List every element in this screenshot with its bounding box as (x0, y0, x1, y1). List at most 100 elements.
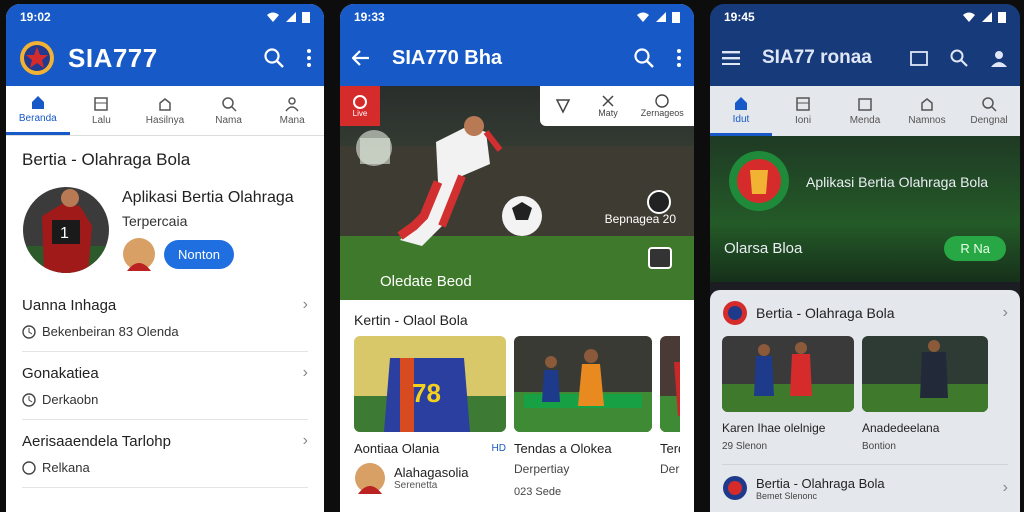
tab-maty[interactable]: Maty (585, 86, 630, 126)
signal-icon (656, 12, 666, 22)
group-sub: Bemet Slenonc (756, 490, 818, 501)
featured-app[interactable]: 1 Aplikasi Bertia Olahraga Terpercaia No… (22, 186, 308, 274)
video-card[interactable]: Tendas a Olokea Derpertiay 023 Sede (514, 336, 652, 498)
video-card[interactable]: Terd Derpe (660, 336, 680, 476)
house-icon (159, 97, 171, 111)
tab-dengnal[interactable]: Dengnal (958, 86, 1020, 136)
content-area: Kertin - Olaol Bola 78 Aontiaa Olania HD (340, 300, 694, 498)
watch-button[interactable]: Nonton (164, 239, 234, 269)
search-icon[interactable] (634, 48, 654, 68)
group-title: Bertia - Olahraga Bola (756, 475, 885, 491)
clock-icon (22, 392, 36, 407)
x-icon (602, 95, 614, 107)
group-header[interactable]: Bertia - Olahraga Bola Bemet Slenonc › (722, 464, 1008, 501)
profile-icon[interactable] (990, 49, 1008, 67)
home-icon (735, 96, 747, 110)
status-time: 19:02 (20, 10, 51, 24)
tab-bar: Idut Ioni Menda Namnos Dengnal (710, 86, 1020, 136)
video-thumbnail (862, 336, 988, 412)
video-title: Karen Ihae olelnige (722, 421, 826, 435)
promo-banner[interactable]: Aplikasi Bertia Olahraga Bola Olarsa Blo… (710, 136, 1020, 282)
video-card[interactable]: Anadedeelana Bontion (862, 336, 988, 452)
status-time: 19:45 (724, 10, 755, 24)
status-bar: 19:02 (6, 4, 324, 30)
video-card[interactable]: Karen Ihae olelnige 29 Slenon (722, 336, 854, 452)
tab-nama[interactable]: Nama (197, 86, 261, 135)
more-vert-icon[interactable] (676, 48, 682, 68)
video-card[interactable]: 78 Aontiaa Olania HD Alahagasolia Serene… (354, 336, 506, 494)
menu-icon[interactable] (722, 51, 740, 65)
app-name: Aplikasi Bertia Olahraga (122, 189, 294, 206)
video-thumbnail: 78 (354, 336, 506, 432)
tab-hasil[interactable]: Hasilnya (133, 86, 197, 135)
banner-button[interactable]: R Na (944, 236, 1006, 261)
avatar (355, 463, 385, 494)
wifi-icon (963, 12, 975, 22)
status-icons (962, 11, 1006, 23)
phone-light-home: 19:02 SIA777 Beranda Lalu Hasilnya Nama … (6, 4, 324, 512)
tab-label: Dengnal (970, 115, 1008, 126)
tab-mana[interactable]: Mana (260, 86, 324, 135)
video-title: Tendas a Olokea (514, 441, 612, 456)
club-badge-icon (723, 301, 747, 325)
signal-icon (286, 12, 296, 22)
hero-player[interactable]: Live Maty Zernageos Bepnagea 20 Oledate … (340, 86, 694, 300)
tab-namnos[interactable]: Namnos (896, 86, 958, 136)
list-item[interactable]: Uanna Inhaga › Bekenbeiran 83 Olenda (22, 288, 308, 352)
tab-lalu[interactable]: Lalu (70, 86, 134, 135)
home-icon (31, 96, 44, 109)
app-bar: SIA770 Bha (340, 30, 694, 86)
chevron-right-icon: › (302, 364, 308, 381)
svg-text:1: 1 (60, 225, 69, 242)
list-item-title: Aerisaaendela Tarlohp (22, 432, 171, 450)
club-badge-icon (729, 151, 789, 211)
app-title: SIA77 ronaa (762, 47, 872, 68)
section-title: Bertia - Olahraga Bola (22, 150, 191, 169)
search-icon[interactable] (950, 49, 968, 67)
tab-label: Beranda (18, 113, 57, 124)
status-bar: 19:45 (710, 4, 1020, 30)
list-item-sub: Derkaobn (42, 392, 99, 407)
tab-idut[interactable]: Idut (710, 86, 772, 136)
gallery-icon[interactable] (910, 49, 928, 67)
search-icon[interactable] (264, 48, 284, 68)
jersey-number: 78 (412, 378, 441, 408)
tab-label: Lalu (91, 114, 111, 126)
status-time: 19:33 (354, 10, 385, 24)
content-panel: Bertia - Olahraga Bola › Karen Ihae olel… (710, 290, 1020, 512)
tab-zernageos[interactable]: Zernageos (631, 86, 694, 126)
club-badge-icon (723, 476, 747, 500)
app-title: SIA770 Bha (392, 46, 503, 69)
battery-icon (672, 12, 680, 23)
video-thumbnail (514, 336, 652, 432)
list-item[interactable]: Aerisaaendela Tarlohp › Relkana (22, 420, 308, 488)
video-meta: 023 Sede (514, 486, 562, 498)
tab-menda[interactable]: Menda (834, 86, 896, 136)
group-header[interactable]: Bertia - Olahraga Bola › (722, 300, 1008, 326)
channel-name: Alahagasolia (394, 465, 469, 480)
battery-icon (998, 12, 1006, 23)
list-item[interactable]: Gonakatiea › Derkaobn (22, 352, 308, 420)
video-thumbnail (722, 336, 854, 412)
banner-title: Aplikasi Bertia Olahraga Bola (806, 174, 989, 190)
back-arrow-icon[interactable] (352, 50, 370, 66)
tab-ioni[interactable]: Ioni (772, 86, 834, 136)
list-icon (796, 97, 810, 111)
calendar-icon (858, 98, 872, 111)
group-title: Bertia - Olahraga Bola (756, 305, 895, 321)
list-item-title: Gonakatiea (22, 364, 99, 382)
status-bar: 19:33 (340, 4, 694, 30)
app-bar: SIA77 ronaa (710, 30, 1020, 86)
search-icon (221, 96, 237, 112)
tab-label: Zernageos (640, 108, 684, 118)
tab-beranda[interactable]: Beranda (6, 86, 70, 135)
tab-bar: Beranda Lalu Hasilnya Nama Mana (6, 86, 324, 136)
logo-icon (20, 41, 54, 75)
more-vert-icon[interactable] (306, 48, 312, 68)
chevron-right-icon: › (302, 296, 308, 313)
tab-filter[interactable] (540, 86, 585, 126)
location-pin-icon (353, 94, 367, 109)
channel-meta: Serenetta (394, 480, 438, 491)
tag-icon (22, 460, 36, 475)
list-item-sub: Bekenbeiran 83 Olenda (42, 324, 179, 339)
